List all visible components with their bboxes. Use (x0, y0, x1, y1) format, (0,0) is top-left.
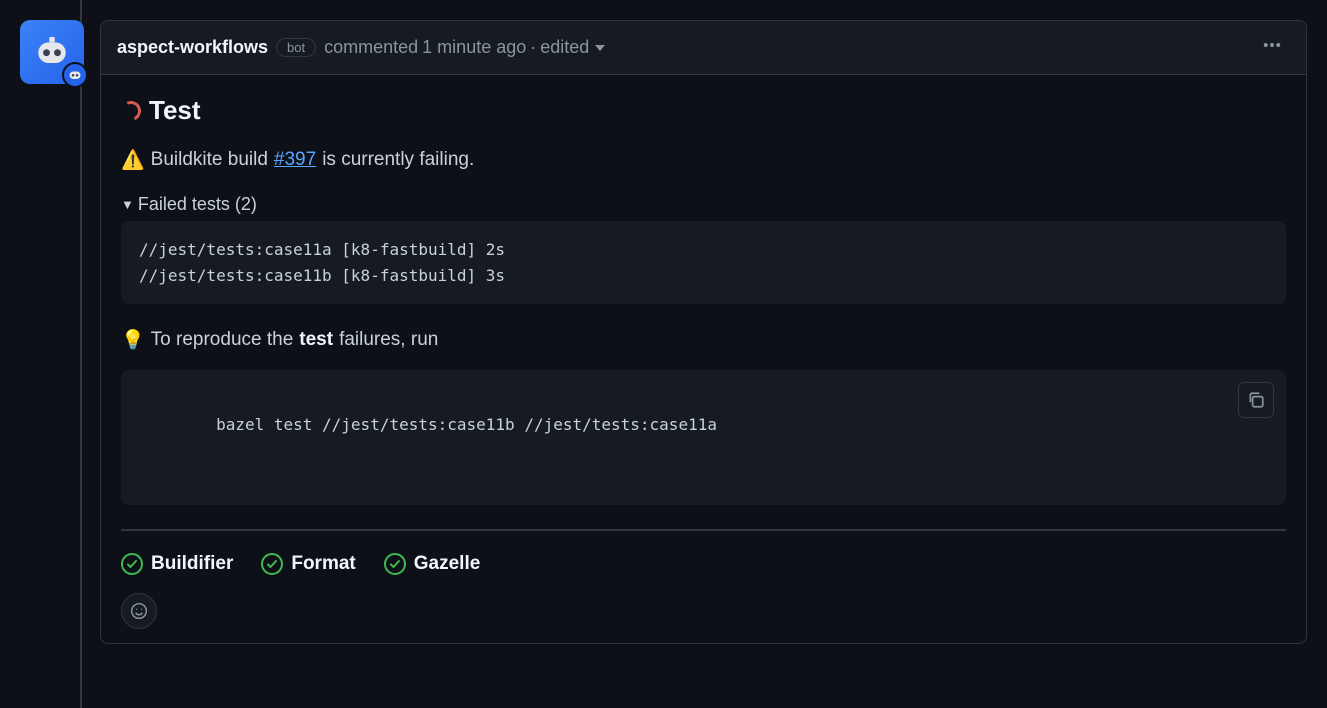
comment-timestamp[interactable]: 1 minute ago (422, 37, 526, 58)
failed-test-line: //jest/tests:case11a [k8-fastbuild] 2s (139, 240, 505, 259)
comment-timeline-item: aspect-workflows bot commented 1 minute … (20, 20, 1307, 644)
comment-header: aspect-workflows bot commented 1 minute … (101, 21, 1306, 75)
failed-tests-label: Failed tests (2) (138, 194, 257, 215)
comment-author[interactable]: aspect-workflows (117, 37, 268, 58)
avatar-gutter (20, 20, 84, 644)
status-label: Gazelle (414, 553, 481, 575)
reproduce-command-codeblock: bazel test //jest/tests:case11b //jest/t… (121, 370, 1286, 504)
status-label: Buildifier (151, 553, 233, 575)
edited-label[interactable]: edited (540, 37, 589, 58)
reproduce-bold: test (299, 329, 333, 351)
warning-icon: ⚠️ (121, 148, 145, 172)
warning-prefix: Buildkite build (151, 149, 268, 171)
copy-icon (1247, 391, 1265, 409)
status-item-format: Format (261, 553, 355, 575)
failed-tests-summary[interactable]: ▼ Failed tests (2) (121, 194, 1286, 215)
check-circle-icon (261, 553, 283, 575)
bulb-icon: 💡 (121, 328, 145, 352)
smiley-icon (130, 602, 148, 620)
divider (121, 529, 1286, 531)
status-item-gazelle: Gazelle (384, 553, 481, 575)
build-warning-line: ⚠️ Buildkite build #397 is currently fai… (121, 148, 1286, 172)
check-circle-icon (121, 553, 143, 575)
check-circle-icon (384, 553, 406, 575)
kebab-icon (1262, 35, 1282, 55)
copy-button[interactable] (1238, 382, 1274, 418)
status-title-row: Test (121, 95, 1286, 126)
failed-tests-codeblock: //jest/tests:case11a [k8-fastbuild] 2s /… (121, 221, 1286, 304)
build-link[interactable]: #397 (274, 149, 316, 171)
status-item-buildifier: Buildifier (121, 553, 233, 575)
caret-down-icon[interactable] (595, 45, 605, 51)
comment-meta: commented 1 minute ago · edited (324, 37, 605, 58)
disclosure-triangle-icon: ▼ (121, 197, 134, 212)
bot-badge: bot (276, 38, 316, 57)
status-row: Buildifier Format Gazelle (121, 553, 1286, 575)
comment-box: aspect-workflows bot commented 1 minute … (100, 20, 1307, 644)
reproduce-suffix: failures, run (339, 329, 438, 351)
status-label: Format (291, 553, 355, 575)
comment-actions-menu[interactable] (1254, 31, 1290, 64)
robot-icon (67, 67, 83, 83)
failed-test-line: //jest/tests:case11b [k8-fastbuild] 3s (139, 266, 505, 285)
status-title: Test (149, 95, 201, 126)
reproduce-instruction: 💡 To reproduce the test failures, run (121, 328, 1286, 352)
warning-suffix: is currently failing. (322, 149, 474, 171)
reproduce-command: bazel test //jest/tests:case11b //jest/t… (216, 415, 717, 434)
comment-body: Test ⚠️ Buildkite build #397 is currentl… (101, 75, 1306, 643)
avatar[interactable] (20, 20, 84, 84)
loading-spinner-icon (118, 98, 144, 124)
meta-sep: · (530, 37, 536, 58)
reproduce-prefix: To reproduce the (151, 329, 294, 351)
avatar-badge (62, 62, 88, 88)
add-reaction-button[interactable] (121, 593, 157, 629)
commented-label: commented (324, 37, 418, 58)
